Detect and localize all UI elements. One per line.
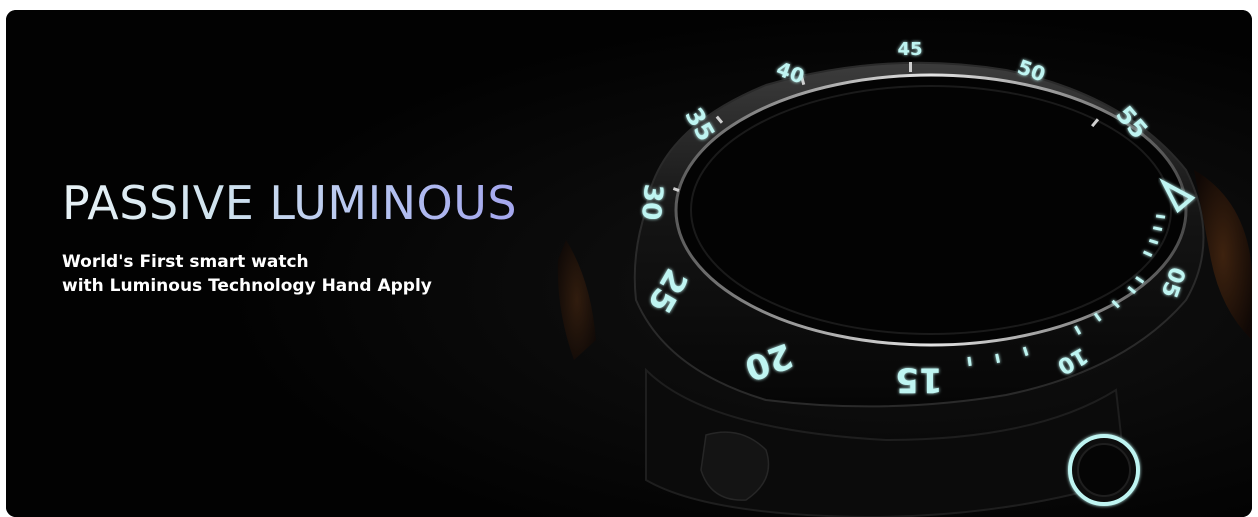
subline-line-1: World's First smart watch [62, 252, 309, 272]
bezel-number-30: 30 [635, 183, 668, 222]
watch-glass [674, 73, 1188, 347]
bezel-number-15: 15 [895, 360, 942, 400]
hero-banner: 15 20 25 30 35 40 45 50 55 10 05 PASSIVE LUMINOUS … [6, 10, 1252, 517]
headline: PASSIVE LUMINOUS [62, 176, 518, 230]
subline-line-2: with Luminous Technology Hand Apply [62, 276, 432, 296]
bezel-number-45: 45 [897, 39, 922, 60]
subline: World's First smart watch with Luminous … [62, 250, 432, 298]
